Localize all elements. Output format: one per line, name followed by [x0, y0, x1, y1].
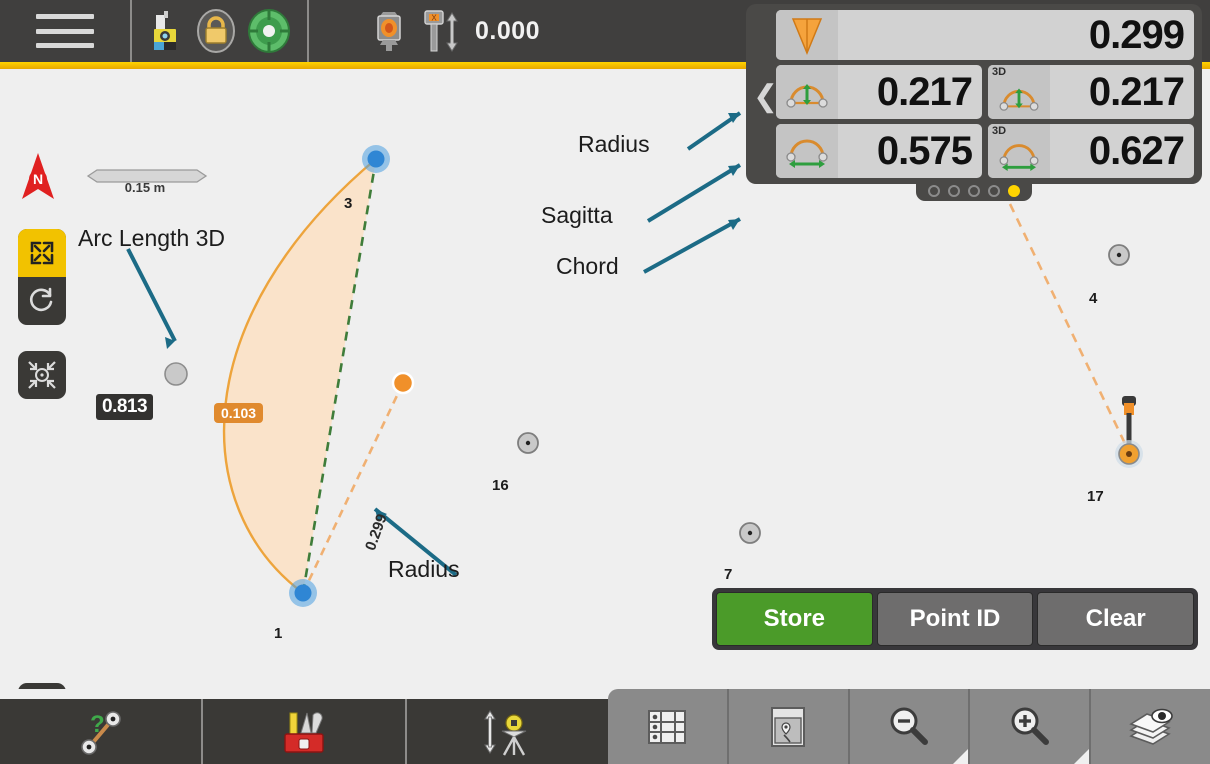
- prism-target-icon[interactable]: [369, 8, 409, 54]
- svg-text:?: ?: [90, 711, 105, 738]
- layers-button[interactable]: [1091, 689, 1210, 764]
- layers-icon: [1125, 704, 1177, 750]
- map-view-toggle-button[interactable]: [18, 683, 66, 689]
- point-label-17: 17: [1087, 488, 1104, 505]
- hamburger-menu-icon: [36, 14, 94, 48]
- annotation-radius-map: Radius: [388, 556, 460, 582]
- sagitta-value: 0.217: [876, 70, 973, 114]
- bottom-left-toolbar: ?: [0, 699, 608, 764]
- label-3d-chord: 3D: [992, 125, 1007, 137]
- point-label-3: 3: [344, 195, 353, 212]
- chord-value: 0.575: [876, 129, 973, 173]
- padlock-locked-icon[interactable]: [194, 8, 238, 54]
- toolbox-icon: [277, 707, 331, 757]
- radius-wedge-icon: [776, 10, 838, 60]
- measurement-field-sagitta[interactable]: 0.217: [776, 65, 982, 119]
- chord-3d-value: 0.627: [1088, 129, 1185, 173]
- page-dot-4[interactable]: [988, 185, 1000, 197]
- sagitta-arc-icon-3d: 3D: [988, 65, 1050, 119]
- page-dot-5-active[interactable]: [1008, 185, 1020, 197]
- point-id-button[interactable]: Point ID: [876, 592, 1034, 646]
- scale-bar-label: 0.15 m: [124, 180, 166, 195]
- instrument-status-group: [132, 0, 307, 62]
- zoom-in-button[interactable]: [970, 689, 1092, 764]
- clear-button[interactable]: Clear: [1037, 592, 1195, 646]
- annotation-chord: Chord: [556, 253, 619, 279]
- point-label-4: 4: [1089, 290, 1098, 307]
- scale-bar: 0.15 m: [86, 175, 204, 200]
- svg-text:N: N: [33, 171, 43, 187]
- page-dot-1[interactable]: [928, 185, 940, 197]
- page-dot-2[interactable]: [948, 185, 960, 197]
- north-arrow-icon: N: [16, 151, 60, 207]
- chord-arc-icon-3d: 3D: [988, 124, 1050, 178]
- sagitta-badge: 0.103: [214, 403, 264, 423]
- action-button-bar: Store Point ID Clear: [712, 588, 1198, 650]
- chord-arc-icon: [776, 124, 838, 178]
- station-setup-button[interactable]: [407, 699, 608, 764]
- annotation-arc-length-3d: Arc Length 3D: [78, 225, 226, 251]
- bottom-right-toolbar: [608, 689, 1210, 764]
- annotation-radius-top: Radius: [578, 131, 650, 157]
- radius-value: 0.299: [1088, 13, 1185, 57]
- survey-app-screen: X 0.000 N 0.15 m 0.813 0.103 0.299 3 1 1…: [0, 0, 1210, 764]
- sagitta-3d-value: 0.217: [1088, 70, 1185, 114]
- chevron-left-icon[interactable]: ❮: [753, 82, 778, 112]
- point-label-7: 7: [724, 566, 733, 583]
- zoom-out-icon: [885, 704, 933, 750]
- measure-distance-button[interactable]: ?: [0, 699, 204, 764]
- total-station-icon[interactable]: [148, 9, 186, 53]
- sagitta-row: 0.217 3D 0.217: [776, 65, 1194, 119]
- table-list-button[interactable]: [608, 689, 729, 764]
- sagitta-arc-icon: [776, 65, 838, 119]
- rotate-refresh-button[interactable]: [18, 277, 66, 325]
- label-3d-sagitta: 3D: [992, 66, 1007, 78]
- map-view-controls: [18, 229, 66, 325]
- center-on-position-icon: [26, 359, 58, 391]
- toolbox-button[interactable]: [203, 699, 407, 764]
- svg-text:X: X: [431, 14, 437, 23]
- zoom-out-more-indicator: [953, 749, 969, 764]
- point-label-1: 1: [274, 625, 283, 642]
- fit-to-screen-icon: [27, 238, 57, 268]
- map-view-button[interactable]: [729, 689, 850, 764]
- measurement-field-radius[interactable]: 0.299: [776, 10, 1194, 60]
- point-label-16: 16: [492, 477, 509, 494]
- measurement-field-chord[interactable]: 0.575: [776, 124, 982, 178]
- store-button[interactable]: Store: [716, 592, 873, 646]
- zoom-in-more-indicator: [1074, 749, 1090, 764]
- menu-button[interactable]: [0, 0, 130, 62]
- target-height-value: 0.000: [475, 16, 541, 45]
- rotate-refresh-icon: [27, 286, 57, 316]
- measure-distance-icon: ?: [76, 708, 126, 756]
- annotation-sagitta: Sagitta: [541, 202, 613, 228]
- panel-page-dots[interactable]: [916, 182, 1032, 201]
- arc-length-badge: 0.813: [96, 394, 154, 420]
- pole-height-icon[interactable]: X: [419, 7, 465, 55]
- measurement-field-chord-3d[interactable]: 3D 0.627: [988, 124, 1194, 178]
- zoom-out-button[interactable]: [850, 689, 971, 764]
- table-list-icon: [645, 705, 689, 749]
- station-setup-icon: [478, 707, 536, 757]
- measurement-panel: ❮ 0.299 0.217 3D 0.217 0.575 3D 0.627: [746, 4, 1202, 201]
- chord-row: 0.575 3D 0.627: [776, 124, 1194, 178]
- page-dot-3[interactable]: [968, 185, 980, 197]
- map-view-icon: [766, 704, 810, 750]
- measurement-field-sagitta-3d[interactable]: 3D 0.217: [988, 65, 1194, 119]
- center-on-position-button[interactable]: [18, 351, 66, 399]
- target-lock-icon[interactable]: [246, 8, 292, 54]
- zoom-in-icon: [1006, 704, 1054, 750]
- fit-to-screen-button[interactable]: [18, 229, 66, 277]
